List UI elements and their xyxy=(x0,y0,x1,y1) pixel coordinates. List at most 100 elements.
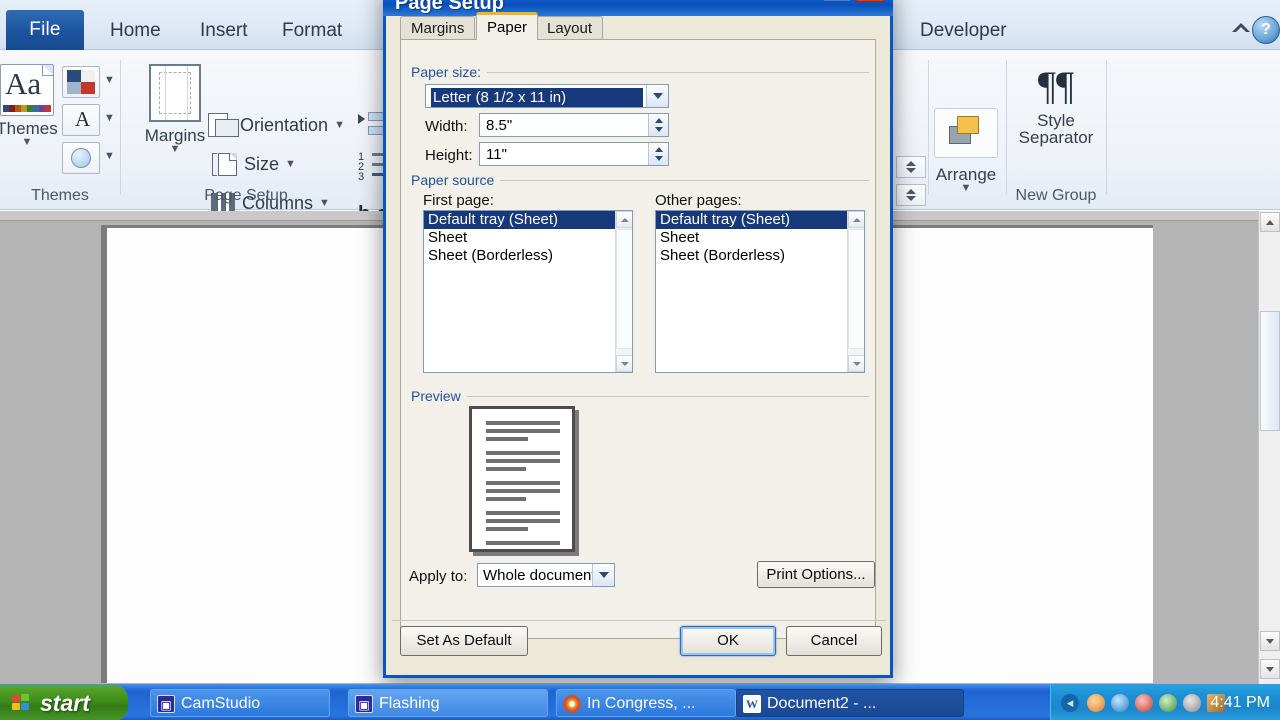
scroll-down-button[interactable] xyxy=(848,355,864,372)
show-hidden-icons-icon[interactable]: ◂ xyxy=(1061,694,1079,712)
other-pages-list-scrollbar[interactable] xyxy=(847,211,864,372)
taskbar-item-chrome-label: In Congress, ... xyxy=(587,695,696,712)
arrange-icon xyxy=(945,113,987,153)
size-caret-icon[interactable]: ▼ xyxy=(285,158,296,170)
list-item[interactable]: Sheet (Borderless) xyxy=(424,247,632,265)
themes-caret-icon[interactable]: ▼ xyxy=(0,137,58,148)
theme-fonts-caret-icon[interactable]: ▼ xyxy=(104,112,115,124)
position-spinner-bottom[interactable] xyxy=(896,184,926,206)
height-input[interactable]: 11" xyxy=(479,142,669,166)
other-pages-listbox[interactable]: Default tray (Sheet) Sheet Sheet (Border… xyxy=(655,210,865,373)
width-spinner[interactable] xyxy=(648,114,668,136)
group-divider xyxy=(1106,60,1107,194)
cancel-label: Cancel xyxy=(810,632,858,649)
scroll-up-button[interactable] xyxy=(1260,212,1280,232)
ribbon-group-new-group-label: New Group xyxy=(1015,187,1097,204)
dialog-tab-layout-label: Layout xyxy=(547,20,593,37)
scroll-up-button[interactable] xyxy=(616,211,632,228)
margins-caret-icon[interactable]: ▼ xyxy=(132,144,218,155)
arrange-caret-icon[interactable]: ▼ xyxy=(930,183,1002,194)
theme-fonts-button[interactable]: A xyxy=(62,104,100,136)
scrollbar-thumb[interactable] xyxy=(848,229,864,349)
list-item[interactable]: Default tray (Sheet) xyxy=(424,211,632,229)
theme-effects-caret-icon[interactable]: ▼ xyxy=(104,150,115,162)
breaks-icon[interactable] xyxy=(358,112,394,135)
height-spinner[interactable] xyxy=(648,143,668,165)
vertical-scrollbar[interactable] xyxy=(1258,211,1280,684)
paper-size-combobox[interactable]: Letter (8 1/2 x 11 in) xyxy=(425,84,669,108)
start-button[interactable]: start xyxy=(0,685,128,720)
tray-icon-2[interactable] xyxy=(1111,694,1129,712)
style-separator-label-2: Separator xyxy=(1018,128,1094,147)
margins-button[interactable]: Margins ▼ xyxy=(132,64,218,155)
height-label: Height: xyxy=(425,147,473,164)
first-page-list-scrollbar[interactable] xyxy=(615,211,632,372)
dialog-footer-divider xyxy=(392,620,886,621)
help-orb-icon[interactable]: ? xyxy=(1252,16,1280,44)
previous-page-button[interactable] xyxy=(1260,659,1280,679)
scroll-up-button[interactable] xyxy=(848,211,864,228)
tray-icon-3[interactable] xyxy=(1135,694,1153,712)
list-item[interactable]: Sheet xyxy=(656,229,864,247)
width-input[interactable]: 8.5" xyxy=(479,113,669,137)
list-item[interactable]: Sheet (Borderless) xyxy=(656,247,864,265)
cancel-button[interactable]: Cancel xyxy=(786,626,882,656)
tray-icon-1[interactable] xyxy=(1087,694,1105,712)
collapse-ribbon-icon[interactable] xyxy=(1230,20,1252,42)
themes-button[interactable]: Aa Themes ▼ xyxy=(0,64,58,148)
scroll-down-button[interactable] xyxy=(1260,631,1280,651)
system-tray: ◂ 4:41 PM xyxy=(1050,685,1280,720)
taskbar-item-chrome[interactable]: In Congress, ... xyxy=(556,689,736,717)
print-options-label: Print Options... xyxy=(766,566,866,583)
apply-to-dropdown-arrow-icon[interactable] xyxy=(592,564,614,586)
size-button[interactable]: Size ▼ xyxy=(212,151,296,177)
ribbon-tab-format[interactable]: Format xyxy=(272,12,352,50)
scrollbar-thumb[interactable] xyxy=(616,229,632,349)
list-item[interactable]: Sheet xyxy=(424,229,632,247)
ribbon-tab-home[interactable]: Home xyxy=(100,12,171,50)
apply-to-value: Whole document xyxy=(483,567,596,584)
theme-colors-caret-icon[interactable]: ▼ xyxy=(104,74,115,86)
tray-icon-5[interactable] xyxy=(1183,694,1201,712)
themes-icon: Aa xyxy=(0,64,54,116)
orientation-caret-icon[interactable]: ▼ xyxy=(334,119,345,131)
arrange-button-frame[interactable] xyxy=(934,108,998,158)
dialog-tab-paper[interactable]: Paper xyxy=(476,12,539,40)
tray-icon-4[interactable] xyxy=(1159,694,1177,712)
apply-to-combobox[interactable]: Whole document xyxy=(477,563,615,587)
taskbar-item-camstudio[interactable]: ▣ CamStudio xyxy=(150,689,330,717)
preview-group-rule xyxy=(411,396,869,397)
dialog-close-button[interactable]: ✕ xyxy=(855,0,885,2)
arrange-button[interactable]: Arrange ▼ xyxy=(930,166,1002,194)
windows-taskbar: start ▣ CamStudio ▣ Flashing In Congress… xyxy=(0,684,1280,720)
camstudio-icon: ▣ xyxy=(157,695,175,713)
first-page-listbox[interactable]: Default tray (Sheet) Sheet Sheet (Border… xyxy=(423,210,633,373)
scroll-down-button[interactable] xyxy=(616,355,632,372)
dialog-tab-margins[interactable]: Margins xyxy=(400,16,476,40)
ok-button[interactable]: OK xyxy=(680,626,776,656)
list-item[interactable]: Default tray (Sheet) xyxy=(656,211,864,229)
theme-colors-button[interactable] xyxy=(62,66,100,98)
scrollbar-thumb[interactable] xyxy=(1260,311,1280,431)
ribbon-group-arrange: Arrange ▼ xyxy=(930,50,1002,210)
style-separator-button[interactable]: ¶¶ Style Separator xyxy=(1008,66,1104,147)
ribbon-tab-insert[interactable]: Insert xyxy=(190,12,258,50)
taskbar-item-document2[interactable]: W Document2 - ... xyxy=(736,689,964,717)
taskbar-item-camstudio-label: CamStudio xyxy=(181,695,261,712)
theme-effects-button[interactable] xyxy=(62,142,100,174)
ribbon-tab-home-label: Home xyxy=(110,20,161,41)
ribbon-group-themes-label: Themes xyxy=(31,187,89,204)
set-as-default-button[interactable]: Set As Default xyxy=(400,626,528,656)
dialog-tab-layout[interactable]: Layout xyxy=(536,16,604,40)
print-options-button[interactable]: Print Options... xyxy=(757,561,875,588)
taskbar-clock[interactable]: 4:41 PM xyxy=(1210,685,1270,720)
taskbar-item-flashing[interactable]: ▣ Flashing xyxy=(348,689,548,717)
position-spinner-top[interactable] xyxy=(896,156,926,178)
paper-size-dropdown-arrow-icon[interactable] xyxy=(646,85,668,107)
line-numbers-icon[interactable]: 123 xyxy=(358,152,396,183)
orientation-button[interactable]: Orientation ▼ xyxy=(208,112,345,138)
other-pages-label: Other pages: xyxy=(655,192,742,209)
dialog-help-button[interactable]: ? xyxy=(822,0,852,2)
ribbon-tab-developer[interactable]: Developer xyxy=(910,12,1017,50)
ribbon-tab-file[interactable]: File xyxy=(6,10,84,50)
